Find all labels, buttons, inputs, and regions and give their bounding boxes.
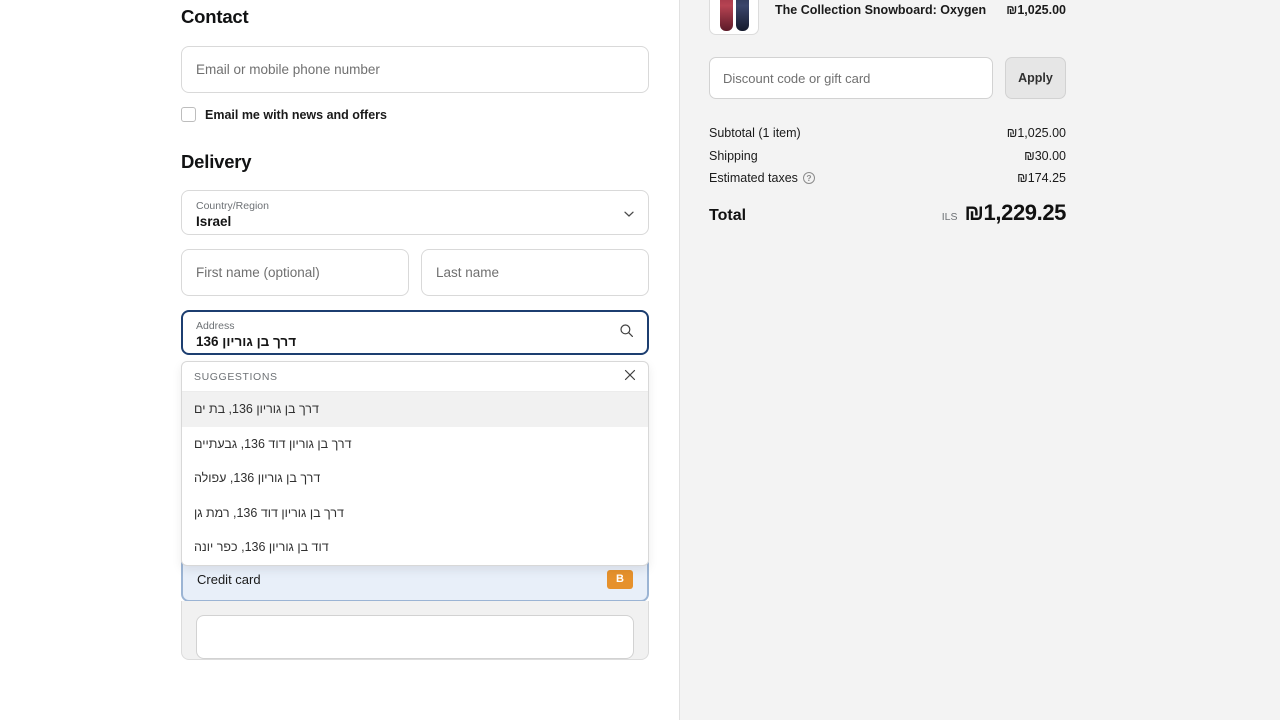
address-suggestions-dropdown: SUGGESTIONS דרך בן גוריון 136, בת ים דרך…: [181, 361, 649, 566]
product-thumbnail: [709, 0, 759, 35]
credit-card-form: [181, 601, 649, 660]
total-currency: ILS: [942, 211, 958, 223]
subtotal-label: Subtotal (1 item): [709, 126, 801, 140]
card-brand-icon: B: [607, 570, 633, 589]
suggestion-text: דוד בן גוריון 136, כפר יונה: [194, 540, 329, 554]
order-line-item: The Collection Snowboard: Oxygen ₪1,025.…: [709, 0, 1066, 35]
order-summary-inner: The Collection Snowboard: Oxygen ₪1,025.…: [709, 0, 1066, 226]
suggestion-item[interactable]: דוד בן גוריון 136, כפר יונה: [182, 530, 648, 565]
email-field[interactable]: Email or mobile phone number: [181, 46, 649, 93]
country-region-label: Country/Region: [196, 200, 634, 213]
order-summary-panel: The Collection Snowboard: Oxygen ₪1,025.…: [679, 0, 1280, 720]
address-label: Address: [196, 320, 607, 333]
country-region-select[interactable]: Country/Region Israel: [181, 190, 649, 235]
suggestion-text: דרך בן גוריון דוד 136, גבעתיים: [194, 437, 352, 451]
name-row: First name (optional) Last name: [181, 249, 649, 296]
suggestion-item[interactable]: דרך בן גוריון דוד 136, גבעתיים: [182, 427, 648, 462]
chevron-down-icon: [623, 207, 635, 219]
totals-row-taxes: Estimated taxes ? ₪174.25: [709, 167, 1066, 190]
totals-row-total: Total ILS ₪1,229.25: [709, 200, 1066, 226]
subtotal-value: ₪1,025.00: [1007, 126, 1066, 140]
newsletter-label: Email me with news and offers: [205, 108, 387, 122]
payment-method-label: Credit card: [197, 572, 607, 587]
apply-discount-button[interactable]: Apply: [1005, 57, 1066, 99]
address-autocomplete: Address דרך בן גוריון 136 SUGGESTIONS: [181, 310, 649, 355]
snowboard-icon: [720, 0, 733, 31]
suggestion-item[interactable]: דרך בן גוריון 136, בת ים: [182, 392, 648, 427]
country-region-value: Israel: [196, 213, 634, 230]
product-name: The Collection Snowboard: Oxygen: [775, 3, 990, 17]
card-number-field[interactable]: [196, 615, 634, 659]
suggestion-item[interactable]: דרך בן גוריון דוד 136, רמת גן: [182, 496, 648, 531]
search-icon[interactable]: [619, 323, 634, 343]
discount-row: Discount code or gift card Apply: [709, 57, 1066, 99]
snowboard-icon: [736, 0, 749, 31]
totals-row-shipping: Shipping ₪30.00: [709, 145, 1066, 168]
newsletter-checkbox-row[interactable]: Email me with news and offers: [181, 107, 649, 122]
info-icon[interactable]: ?: [803, 172, 815, 184]
shipping-value: ₪30.00: [1024, 149, 1066, 163]
checkout-main-column: Contact Email or mobile phone number Ema…: [0, 0, 679, 720]
first-name-field[interactable]: First name (optional): [181, 249, 409, 296]
suggestion-text: דרך בן גוריון 136, עפולה: [194, 471, 320, 485]
last-name-placeholder: Last name: [436, 265, 499, 280]
delivery-section-title: Delivery: [181, 151, 649, 173]
newsletter-checkbox[interactable]: [181, 107, 196, 122]
shipping-label: Shipping: [709, 149, 758, 163]
suggestion-text: דרך בן גוריון דוד 136, רמת גן: [194, 506, 344, 520]
checkout-form: Contact Email or mobile phone number Ema…: [181, 6, 649, 660]
taxes-value: ₪174.25: [1017, 171, 1066, 185]
address-value: דרך בן גוריון 136: [196, 333, 607, 350]
email-placeholder: Email or mobile phone number: [196, 62, 380, 77]
suggestion-text: דרך בן גוריון 136, בת ים: [194, 402, 319, 416]
contact-section-title: Contact: [181, 6, 649, 28]
totals-row-subtotal: Subtotal (1 item) ₪1,025.00: [709, 122, 1066, 145]
suggestions-header-label: SUGGESTIONS: [194, 371, 278, 383]
first-name-placeholder: First name (optional): [196, 265, 320, 280]
close-icon[interactable]: [624, 368, 636, 386]
suggestion-item[interactable]: דרך בן גוריון 136, עפולה: [182, 461, 648, 496]
checkout-page: Contact Email or mobile phone number Ema…: [0, 0, 1280, 720]
taxes-label: Estimated taxes: [709, 171, 798, 185]
totals-list: Subtotal (1 item) ₪1,025.00 Shipping ₪30…: [709, 122, 1066, 226]
last-name-field[interactable]: Last name: [421, 249, 649, 296]
total-amount: ₪1,229.25: [965, 200, 1066, 226]
suggestions-header: SUGGESTIONS: [182, 362, 648, 392]
discount-input[interactable]: Discount code or gift card: [709, 57, 993, 99]
apply-button-label: Apply: [1018, 71, 1053, 85]
total-label: Total: [709, 207, 746, 225]
product-price: ₪1,025.00: [1006, 3, 1066, 17]
discount-placeholder: Discount code or gift card: [723, 71, 870, 86]
address-field[interactable]: Address דרך בן גוריון 136: [181, 310, 649, 355]
